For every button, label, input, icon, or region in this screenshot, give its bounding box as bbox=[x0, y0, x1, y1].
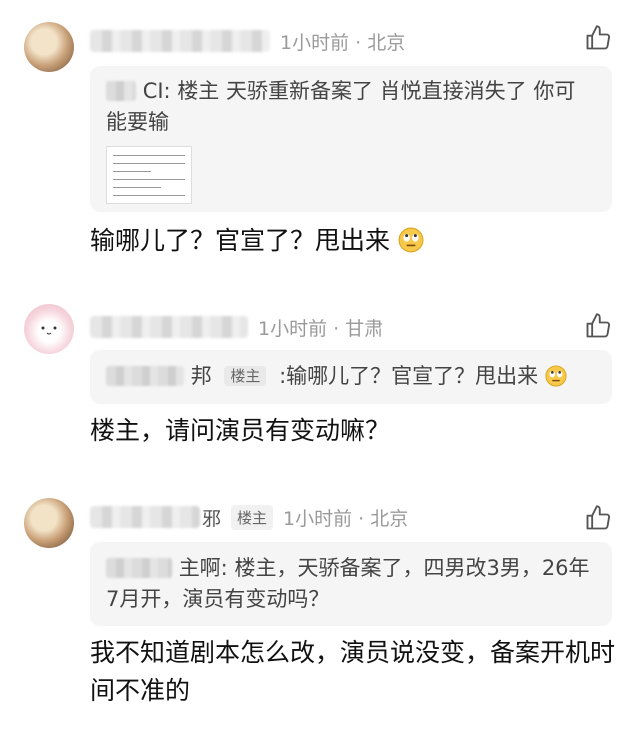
quoted-reply[interactable]: CI: 楼主 天骄重新备案了 肖悦直接消失了 你可能要输 bbox=[90, 66, 612, 212]
username-blurred[interactable] bbox=[90, 506, 200, 528]
quoted-author-tail: CI: bbox=[142, 79, 171, 103]
rolling-eyes-emoji-icon bbox=[398, 227, 424, 253]
quoted-author-blurred bbox=[106, 366, 184, 386]
avatar[interactable] bbox=[24, 304, 74, 354]
comment-meta: 1小时前 · 甘肃 bbox=[90, 312, 383, 342]
quoted-author-tail: 邦 bbox=[190, 364, 212, 388]
comment-meta: 1小时前 · 北京 bbox=[90, 26, 405, 56]
quoted-text: 楼主 天骄重新备案了 肖悦直接消失了 你可能要输 bbox=[106, 79, 576, 134]
username-tail[interactable]: 邪 bbox=[202, 504, 221, 531]
quoted-text: :输哪儿了？官宣了？甩出来 bbox=[279, 364, 539, 388]
timestamp: 1小时前 · 甘肃 bbox=[258, 317, 384, 340]
avatar[interactable] bbox=[24, 498, 74, 548]
op-badge: 楼主 bbox=[231, 504, 274, 530]
quoted-author-tail: 主啊: bbox=[178, 556, 228, 580]
thumbs-up-icon[interactable] bbox=[584, 24, 612, 52]
username-blurred[interactable] bbox=[90, 30, 270, 52]
attached-image-thumbnail[interactable] bbox=[106, 146, 192, 204]
quoted-reply[interactable]: 邦 楼主 :输哪儿了？官宣了？甩出来 bbox=[90, 350, 612, 404]
avatar[interactable] bbox=[24, 22, 74, 72]
thumbs-up-icon[interactable] bbox=[584, 504, 612, 532]
quoted-reply[interactable]: 主啊: 楼主，天骄备案了，四男改3男，26年7月开，演员有变动吗？ bbox=[90, 542, 612, 626]
rolling-eyes-emoji-icon bbox=[545, 365, 567, 387]
op-badge: 楼主 bbox=[224, 366, 267, 386]
quoted-author-blurred bbox=[106, 558, 172, 578]
quoted-author-blurred bbox=[106, 81, 136, 101]
timestamp: 1小时前 · 北京 bbox=[280, 31, 406, 54]
comment-meta: 邪 楼主 1小时前 · 北京 bbox=[90, 502, 408, 532]
username-blurred[interactable] bbox=[90, 316, 248, 338]
timestamp: 1小时前 · 北京 bbox=[283, 507, 409, 530]
comment-text: 我不知道剧本怎么改，演员说没变，备案开机时间不准的 bbox=[90, 638, 616, 705]
comment-text: 输哪儿了？官宣了？甩出来 bbox=[90, 222, 620, 260]
comment-text: 楼主，请问演员有变动嘛？ bbox=[90, 416, 391, 445]
thumbs-up-icon[interactable] bbox=[584, 312, 612, 340]
